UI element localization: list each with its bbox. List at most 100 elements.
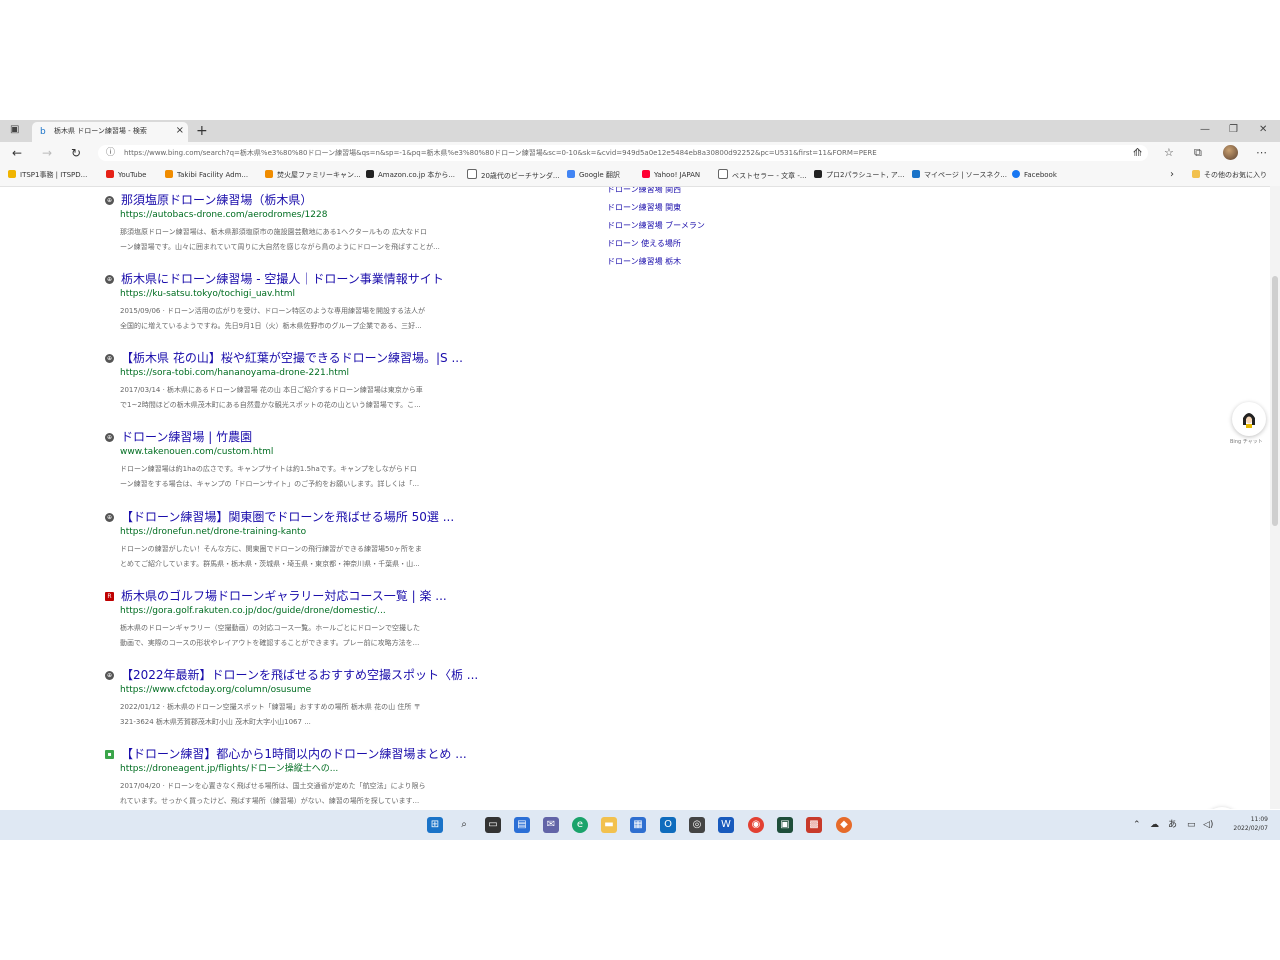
bookmark-label: プロ2パラシュート, ア... (826, 171, 905, 179)
result-snippet: 栃木県のドローンギャラリー（空撮動画）の対応コース一覧。ホールごとにドローンで空… (120, 621, 530, 651)
clock-date: 2022/02/07 (1233, 825, 1268, 832)
store-icon[interactable]: ▦ (630, 817, 646, 833)
maximize-icon[interactable]: ❐ (1229, 123, 1238, 137)
url-text[interactable]: https://www.bing.com/search?q=栃木県%e3%80%… (124, 148, 877, 158)
start-icon[interactable]: ⊞ (427, 817, 443, 833)
bing-favicon-icon: b (40, 127, 46, 137)
chat-icon[interactable]: ✉ (543, 817, 559, 833)
minimize-icon[interactable]: — (1200, 123, 1210, 137)
refresh-icon[interactable]: ↻ (71, 146, 81, 160)
result-url[interactable]: https://sora-tobi.com/hananoyama-drone-2… (120, 367, 349, 379)
chevron-right-icon[interactable]: › (1170, 169, 1174, 181)
result-title[interactable]: ドローン練習場 | 竹農園 (121, 430, 252, 445)
result-title[interactable]: 栃木県にドローン練習場 - 空撮人｜ドローン事業情報サイト (121, 272, 444, 287)
result-url[interactable]: https://ku-satsu.tokyo/tochigi_uav.html (120, 288, 295, 300)
desktop-screen: ▣ b 栃木県 ドローン練習場 - 検索 × + — ❐ ✕ ← → ↻ ⓘ h… (0, 120, 1280, 840)
result-title[interactable]: 那須塩原ドローン練習場（栃木県） (121, 193, 312, 208)
bookmark-label: 20歳代のビーチサンダ... (481, 172, 560, 180)
search-taskbar-icon[interactable]: ⌕ (456, 817, 472, 833)
snippet-line: ーン練習をする場合は、キャンプの「ドローンサイト」のご予約をお願いします。詳しく… (120, 480, 420, 488)
bookmark-item[interactable]: Google 翻訳 (567, 169, 620, 181)
related-searches: ドローン練習場 関西 ドローン練習場 関東 ドローン練習場 ブーメラン ドローン… (607, 187, 705, 271)
tab-actions-icon[interactable]: ▣ (10, 124, 22, 136)
result-url[interactable]: www.takenouen.com/custom.html (120, 446, 273, 458)
file-explorer-icon[interactable]: ▬ (601, 817, 617, 833)
forward-icon[interactable]: → (42, 146, 52, 160)
address-bar[interactable]: ⓘ https://www.bing.com/search?q=栃木県%e3%8… (98, 145, 1148, 161)
tab-active[interactable]: b 栃木県 ドローン練習場 - 検索 × (32, 122, 188, 142)
bookmark-item[interactable]: 焚火屋ファミリーキャン... (265, 169, 361, 181)
result-title[interactable]: 【2022年最新】ドローンを飛ばせるおすすめ空撮スポット〈栃 ... (121, 668, 478, 683)
result-url[interactable]: https://droneagent.jp/flights/ドローン操縦士への.… (120, 763, 338, 775)
result-title[interactable]: 栃木県のゴルフ場ドローンギャラリー対応コース一覧 | 楽 ... (121, 589, 447, 604)
other-favorites[interactable]: その他のお気に入り (1192, 169, 1267, 181)
outlook-icon[interactable]: O (660, 817, 676, 833)
close-window-icon[interactable]: ✕ (1259, 123, 1267, 137)
chat-avatar-button[interactable] (1232, 402, 1266, 436)
snippet-line: ドローンの練習がしたい！そんな方に、関東圏でドローンの飛行練習ができる練習場50… (120, 545, 422, 553)
collections-icon[interactable]: ⧉ (1194, 146, 1202, 160)
widgets-icon[interactable]: ▤ (514, 817, 530, 833)
globe-icon: ⊕ (105, 671, 114, 680)
related-search-link[interactable]: ドローン練習場 栃木 (607, 253, 705, 271)
tray-chevron-icon[interactable]: ⌃ (1133, 819, 1141, 831)
bookmark-label: 焚火屋ファミリーキャン... (277, 171, 361, 179)
app-icon[interactable]: ▩ (806, 817, 822, 833)
result-title[interactable]: 【栃木県 花の山】桜や紅葉が空撮できるドローン練習場。|S ... (121, 351, 463, 366)
word-icon[interactable]: W (718, 817, 734, 833)
result-title[interactable]: 【ドローン練習場】関東圏でドローンを飛ばせる場所 50選 ... (121, 510, 454, 525)
display-icon[interactable]: ▭ (1187, 819, 1196, 831)
bookmark-item[interactable]: ベストセラー - 文章 -... (718, 169, 807, 181)
related-search-link[interactable]: ドローン練習場 関東 (607, 199, 705, 217)
bookmark-item[interactable]: Facebook (1012, 169, 1057, 181)
bookmark-label: Takibi Facility Adm... (177, 171, 249, 179)
ime-icon[interactable]: あ (1168, 819, 1177, 831)
read-aloud-icon[interactable]: ⟰ (1133, 146, 1142, 160)
bookmark-label: ITSP1事務 | ITSPD... (20, 171, 88, 179)
scrollbar-thumb[interactable] (1272, 276, 1278, 526)
bookmark-item[interactable]: YouTube (106, 169, 146, 181)
volume-icon[interactable]: ◁) (1203, 819, 1213, 831)
profile-avatar[interactable] (1223, 145, 1238, 160)
back-icon[interactable]: ← (12, 146, 22, 160)
app-icon[interactable]: ◆ (836, 817, 852, 833)
result-url[interactable]: https://dronefun.net/drone-training-kant… (120, 526, 306, 538)
app-icon[interactable]: ◎ (689, 817, 705, 833)
edge-icon[interactable]: e (572, 817, 588, 833)
result-title[interactable]: 【ドローン練習】都心から1時間以内のドローン練習場まとめ ... (121, 747, 467, 762)
related-search-link[interactable]: ドローン 使える場所 (607, 235, 705, 253)
other-favorites-label: その他のお気に入り (1204, 171, 1267, 179)
search-fab-button[interactable]: 🔍︎ (1204, 807, 1240, 809)
clock[interactable]: 11:09 2022/02/07 (1233, 815, 1268, 833)
google-translate-icon (567, 170, 575, 178)
bookmark-item[interactable]: マイページ | ソースネク... (912, 169, 1007, 181)
app-icon[interactable]: ▣ (777, 817, 793, 833)
result-url[interactable]: https://www.cfctoday.org/column/osusume (120, 684, 311, 696)
network-icon[interactable]: ☁ (1150, 819, 1159, 831)
bookmark-item[interactable]: プロ2パラシュート, ア... (814, 169, 904, 181)
result-snippet: 那須塩原ドローン練習場は、栃木県那須塩原市の施設園芸敷地にある1ヘクタールもの … (120, 225, 530, 255)
site-info-icon[interactable]: ⓘ (106, 147, 115, 159)
result-url[interactable]: https://autobacs-drone.com/aerodromes/12… (120, 209, 327, 221)
more-menu-icon[interactable]: ⋯ (1256, 146, 1267, 160)
bookmark-item[interactable]: Takibi Facility Adm... (165, 169, 248, 181)
bookmark-item[interactable]: Amazon.co.jp 本から... (366, 169, 455, 181)
bookmark-item[interactable]: ITSP1事務 | ITSPD... (8, 169, 87, 181)
task-view-icon[interactable]: ▭ (485, 817, 501, 833)
new-tab-icon[interactable]: + (196, 122, 208, 140)
tab-close-icon[interactable]: × (176, 125, 184, 137)
result-url[interactable]: https://gora.golf.rakuten.co.jp/doc/guid… (120, 605, 386, 617)
bookmark-item[interactable]: 20歳代のビーチサンダ... (467, 169, 560, 181)
related-search-link[interactable]: ドローン練習場 ブーメラン (607, 217, 705, 235)
bookmark-item[interactable]: Yahoo! JAPAN (642, 169, 700, 181)
snippet-line: ドローン練習場は約1haの広さです。キャンプサイトは約1.5haです。キャンプを… (120, 465, 417, 473)
related-search-link[interactable]: ドローン練習場 関西 (607, 187, 705, 199)
amazon-icon (366, 170, 374, 178)
page-scrollbar[interactable] (1270, 186, 1280, 809)
bookmark-label: ベストセラー - 文章 -... (732, 172, 807, 180)
chrome-icon[interactable]: ◉ (748, 817, 764, 833)
bookmark-icon (165, 170, 173, 178)
favorite-star-icon[interactable]: ☆ (1164, 146, 1174, 160)
result-snippet: ドローンの練習がしたい！そんな方に、関東圏でドローンの飛行練習ができる練習場50… (120, 542, 530, 572)
character-icon (1243, 413, 1255, 428)
